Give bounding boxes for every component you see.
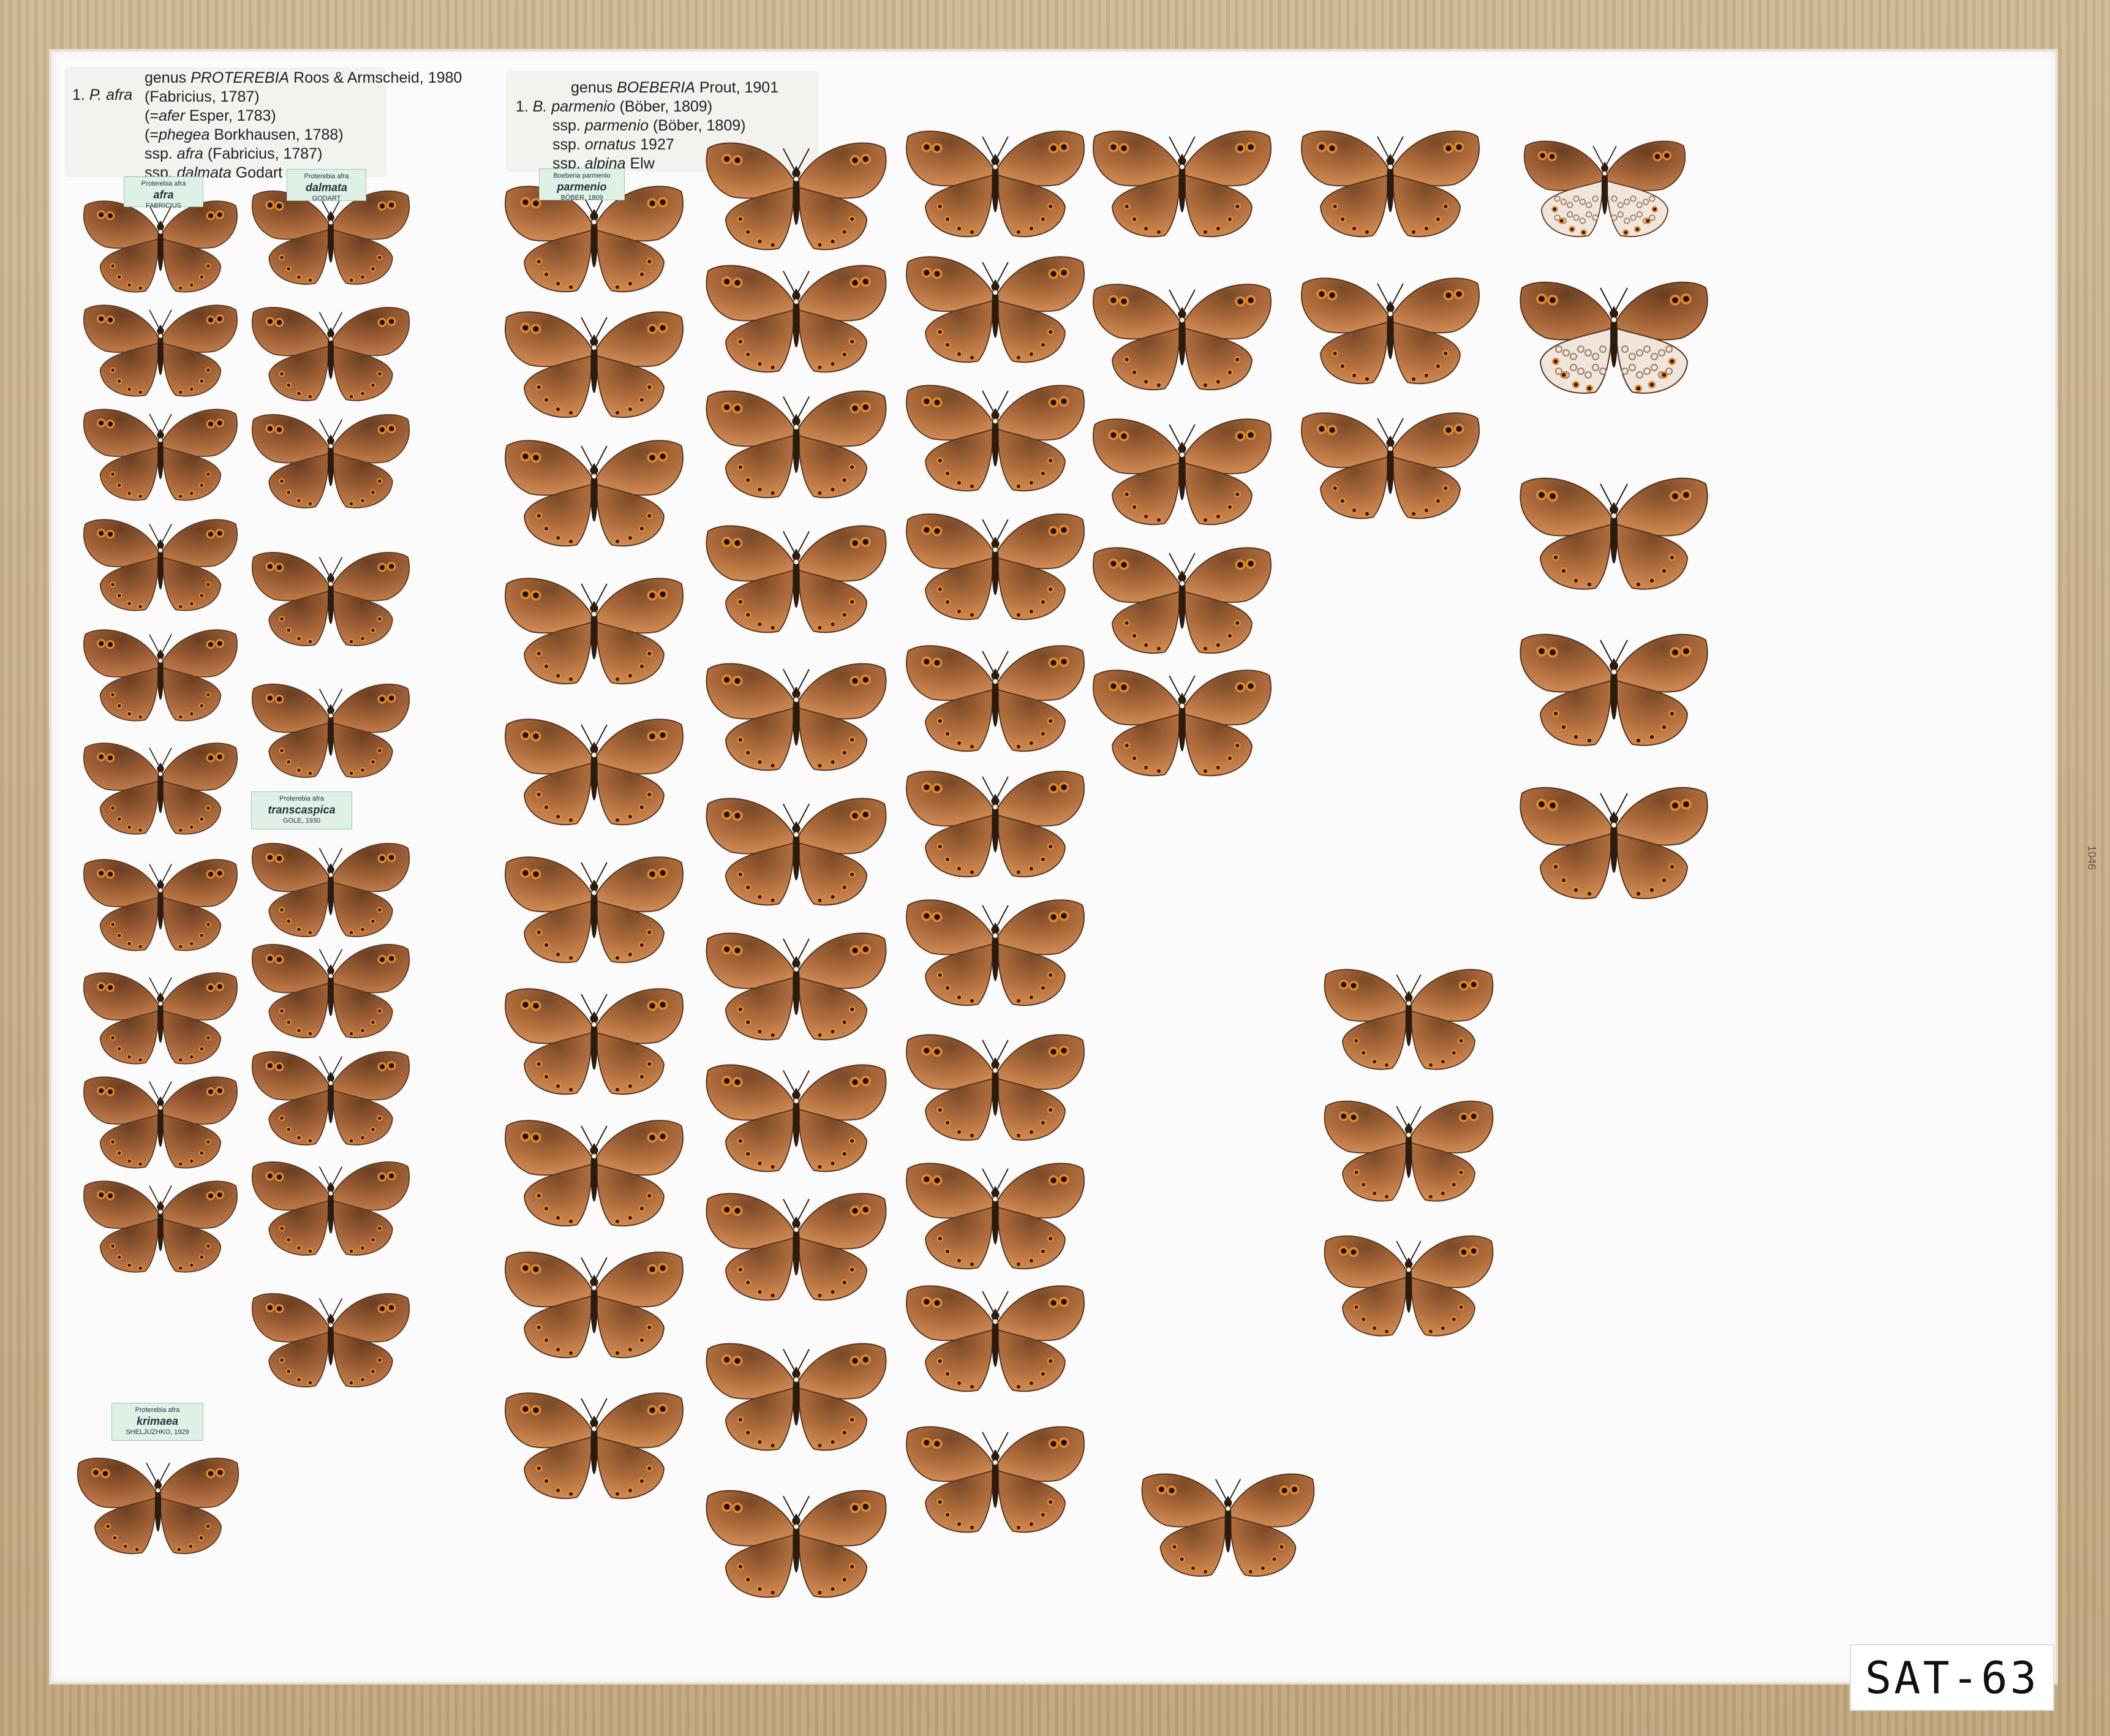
butterfly-specimen (1301, 277, 1480, 385)
butterfly-specimen (1520, 281, 1708, 394)
butterfly-specimen (505, 1120, 684, 1227)
butterfly-specimen (1093, 284, 1272, 391)
butterfly-specimen (505, 988, 684, 1095)
butterfly-specimen (83, 629, 238, 722)
butterfly-specimen (252, 306, 410, 401)
butterfly-specimen (906, 771, 1085, 878)
butterfly-specimen (1520, 787, 1708, 899)
butterfly-specimen (1520, 477, 1708, 590)
butterfly-specimen (1141, 1473, 1315, 1577)
butterfly-specimen (706, 663, 887, 771)
specimen-tag: Proterebia afra afra FABRICIUS (124, 176, 203, 209)
tag-genus: Proterebia afra (135, 1406, 180, 1414)
butterfly-specimen (83, 519, 238, 611)
butterfly-specimen (505, 856, 684, 964)
butterfly-specimen (252, 190, 410, 285)
butterfly-specimen (252, 943, 410, 1038)
tag-author: GOLE, 1930 (282, 817, 321, 825)
butterfly-specimen (706, 1193, 887, 1301)
butterfly-specimen (83, 200, 238, 293)
butterfly-specimen (1523, 140, 1686, 238)
tag-genus: Proterebia afra (141, 180, 186, 187)
butterfly-specimen (1324, 1100, 1494, 1202)
butterfly-specimen (252, 842, 410, 937)
specimen-drawing (77, 130, 1708, 1598)
butterfly-specimen (252, 1161, 410, 1256)
specimen-tag: Proterebia afra transcaspica GOLE, 1930 (251, 791, 352, 829)
butterfly-specimen (505, 719, 684, 826)
tag-author: GODART (312, 195, 341, 202)
butterfly-specimen (906, 130, 1085, 238)
butterfly-specimen (1324, 968, 1494, 1070)
butterfly-specimen (706, 142, 887, 251)
butterfly-specimen (706, 1064, 887, 1172)
butterfly-specimen (83, 972, 238, 1065)
butterfly-specimen (252, 413, 410, 508)
butterfly-specimen (83, 1180, 238, 1273)
butterfly-specimen (83, 304, 238, 397)
butterfly-specimen (505, 1392, 684, 1500)
butterfly-specimen (906, 1163, 1085, 1270)
butterfly-specimen (906, 1285, 1085, 1392)
tag-species: afra (153, 189, 174, 201)
butterfly-specimen (706, 1343, 887, 1451)
tag-species: parmenio (557, 181, 607, 193)
butterfly-specimen (706, 798, 887, 906)
butterfly-specimen (505, 311, 684, 418)
butterfly-specimen (1324, 1235, 1494, 1337)
butterfly-specimen (1093, 670, 1272, 777)
butterfly-specimen (252, 1051, 410, 1145)
tag-genus: Proterebia afra (279, 795, 324, 802)
butterfly-specimen (906, 899, 1085, 1006)
butterfly-specimen (1301, 130, 1480, 238)
butterfly-specimen (706, 1490, 887, 1598)
butterfly-specimen (906, 256, 1085, 363)
butterfly-specimen (1301, 412, 1480, 519)
catalog-number: SAT-63 (1850, 1644, 2054, 1711)
butterfly-specimen (83, 859, 238, 951)
butterfly-specimen (83, 409, 238, 501)
tag-author: FABRICIUS (145, 202, 182, 209)
butterfly-specimen (83, 1076, 238, 1169)
tag-species: dalmata (305, 181, 348, 194)
specimen-tag: Proterebia afra krimaea SHELJUZHKO, 1929 (111, 1403, 203, 1441)
butterfly-specimen (505, 440, 684, 547)
butterfly-specimen (252, 551, 410, 646)
butterfly-specimen (906, 513, 1085, 621)
butterfly-specimen (505, 578, 684, 685)
side-stamp: 1046 (2086, 845, 2098, 870)
specimen-tag: Proterebia afra dalmata GODART (287, 169, 366, 202)
butterfly-specimen (906, 1426, 1085, 1533)
butterfly-specimen (252, 683, 410, 778)
butterfly-specimen (505, 1251, 684, 1359)
tag-species: transcaspica (268, 804, 336, 816)
butterfly-specimen (252, 1293, 410, 1387)
butterfly-specimen (77, 1457, 239, 1555)
butterfly-specimen (706, 390, 887, 499)
butterfly-specimen (706, 932, 887, 1041)
tag-author: BÖBER, 1809 (560, 194, 603, 202)
specimen-tag: Boeberia parmenio parmenio BÖBER, 1809 (539, 168, 625, 202)
tag-species: krimaea (136, 1415, 179, 1427)
butterfly-specimen (1093, 130, 1272, 238)
tag-genus: Boeberia parmenio (553, 172, 611, 179)
butterfly-specimen (906, 645, 1085, 752)
butterfly-specimen (1520, 633, 1708, 746)
butterfly-specimen (906, 385, 1085, 492)
butterfly-specimen (706, 525, 887, 633)
butterfly-specimen (1093, 547, 1272, 654)
tag-genus: Proterebia afra (304, 173, 349, 180)
tag-author: SHELJUZHKO, 1929 (126, 1428, 189, 1436)
butterfly-specimen (706, 265, 887, 373)
butterfly-specimen (906, 1034, 1085, 1141)
butterfly-specimen (1093, 418, 1272, 526)
butterfly-specimen (83, 742, 238, 835)
